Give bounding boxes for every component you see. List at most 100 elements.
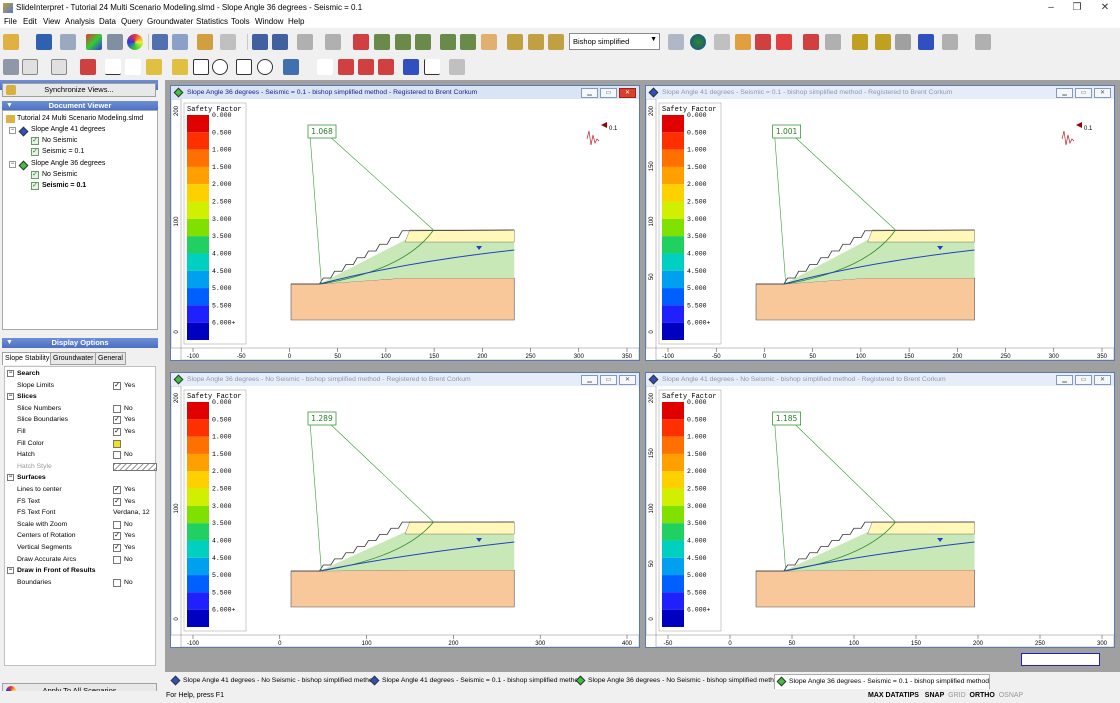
property-checkbox[interactable]: ✓ xyxy=(113,428,121,436)
property-checkbox[interactable]: ✓ xyxy=(113,416,121,425)
query-zoom-icon[interactable] xyxy=(507,34,523,50)
property-checkbox[interactable]: ✓ xyxy=(113,497,121,506)
view-minimize-button[interactable]: ▁ xyxy=(581,375,598,385)
tab-groundwater[interactable]: Groundwater xyxy=(50,352,97,365)
view-window[interactable]: Slope Angle 36 degrees - Seismic = 0.1 -… xyxy=(170,85,640,361)
coordinate-input[interactable] xyxy=(1021,653,1100,666)
pan-hand-icon[interactable] xyxy=(481,34,497,50)
view-minimize-button[interactable]: ▁ xyxy=(1056,88,1073,98)
ellipse-icon[interactable] xyxy=(257,59,273,75)
view-window[interactable]: Slope Angle 41 degrees - No Seismic - bi… xyxy=(645,372,1115,648)
polyline-icon[interactable] xyxy=(125,59,141,75)
zoom-window-icon[interactable] xyxy=(460,34,476,50)
model-canvas[interactable]: 2001000-100 0 100 200 300 400Safety Factor0.0… xyxy=(171,386,639,647)
property-checkbox[interactable] xyxy=(113,578,121,587)
flag-grid[interactable]: GRID xyxy=(948,692,966,699)
material-soil[interactable] xyxy=(290,277,515,321)
tree-root[interactable]: Tutorial 24 Multi Scenario Modeling.slmd xyxy=(17,115,143,122)
tree-item-36-no-seismic[interactable]: No Seismic xyxy=(42,171,77,178)
view-minimize-button[interactable]: ▁ xyxy=(581,88,598,98)
view-title-bar[interactable]: Slope Angle 41 degrees - Seismic = 0.1 -… xyxy=(646,86,1114,99)
globe-icon[interactable] xyxy=(690,34,706,50)
material-soil[interactable] xyxy=(755,277,975,321)
color-swatch[interactable] xyxy=(113,439,121,448)
view-title-bar[interactable]: Slope Angle 36 degrees - Seismic = 0.1 -… xyxy=(171,86,639,99)
doc-tab-41-no-seismic[interactable]: Slope Angle 41 degrees - No Seismic - bi… xyxy=(169,674,376,689)
flag-max-datatips[interactable]: MAX DATATIPS xyxy=(868,692,919,699)
flag-osnap[interactable]: OSNAP xyxy=(999,692,1024,699)
open-icon[interactable] xyxy=(3,34,19,50)
view-title-bar[interactable]: Slope Angle 36 degrees - No Seismic - bi… xyxy=(171,373,639,386)
tile-vertical-icon[interactable] xyxy=(252,34,268,50)
property-section[interactable]: − Surfaces xyxy=(5,472,155,484)
collapse-icon[interactable]: − xyxy=(7,567,14,575)
material-soil[interactable] xyxy=(755,569,975,608)
tree-item-36-seismic-selected[interactable]: Seismic = 0.1 xyxy=(42,182,86,189)
zoom-in-icon[interactable] xyxy=(395,34,411,50)
view-title-bar[interactable]: Slope Angle 41 degrees - No Seismic - bi… xyxy=(646,373,1114,386)
delete-icon[interactable] xyxy=(353,34,369,50)
view-close-button[interactable]: ✕ xyxy=(619,88,636,98)
tile-horizontal-icon[interactable] xyxy=(272,34,288,50)
synchronize-views-button[interactable]: Synchronize Views... xyxy=(2,83,156,97)
property-section[interactable]: − Draw in Front of Results xyxy=(5,565,155,577)
view-close-button[interactable]: ✕ xyxy=(1094,88,1111,98)
tree-group-36[interactable]: Slope Angle 36 degrees xyxy=(31,160,105,167)
query-max-icon[interactable] xyxy=(548,34,564,50)
polygon-icon[interactable] xyxy=(193,59,209,75)
doc-tab-41-seismic[interactable]: Slope Angle 41 degrees - Seismic = 0.1 -… xyxy=(368,674,582,689)
property-checkbox[interactable]: ✓ xyxy=(113,381,121,390)
eraser-icon[interactable] xyxy=(449,59,465,75)
rectangle-icon[interactable] xyxy=(236,59,252,75)
axes-icon[interactable] xyxy=(424,59,440,75)
tree-item-41-no-seismic[interactable]: No Seismic xyxy=(42,137,77,144)
material-icon[interactable] xyxy=(852,34,868,50)
view-window[interactable]: Slope Angle 41 degrees - Seismic = 0.1 -… xyxy=(645,85,1115,361)
view-close-button[interactable]: ✕ xyxy=(619,375,636,385)
pen-icon[interactable] xyxy=(942,34,958,50)
collapse-icon[interactable]: − xyxy=(9,127,16,134)
ruler-icon[interactable] xyxy=(668,34,684,50)
dimension-icon[interactable] xyxy=(317,59,333,75)
material-soil[interactable] xyxy=(290,569,515,608)
distance-icon[interactable] xyxy=(358,59,374,75)
zoom-icon[interactable] xyxy=(374,34,390,50)
pencil-icon[interactable] xyxy=(172,59,188,75)
wireframe-icon[interactable] xyxy=(825,34,841,50)
view-maximize-button[interactable]: ▭ xyxy=(600,375,617,385)
chart-icon[interactable] xyxy=(197,34,213,50)
collapse-icon[interactable]: − xyxy=(7,393,14,401)
flag-snap[interactable]: SNAP xyxy=(925,692,944,699)
view-close-button[interactable]: ✕ xyxy=(1094,375,1111,385)
info-icon[interactable] xyxy=(152,34,168,50)
property-checkbox[interactable] xyxy=(113,520,121,529)
zoom-all-icon[interactable] xyxy=(440,34,456,50)
surface-filter-icon[interactable] xyxy=(776,34,792,50)
collapse-icon[interactable]: ▼ xyxy=(6,338,13,348)
view-maximize-button[interactable]: ▭ xyxy=(1075,88,1092,98)
tab-general[interactable]: General xyxy=(95,352,126,365)
funnel-icon[interactable] xyxy=(755,34,771,50)
minimize-button[interactable]: ‒ xyxy=(1038,1,1064,15)
view-minimize-button[interactable]: ▁ xyxy=(1056,375,1073,385)
menu-window[interactable]: Window xyxy=(255,17,283,26)
image-icon[interactable] xyxy=(283,59,299,75)
collapse-icon[interactable]: − xyxy=(7,370,14,377)
zoom-out-icon[interactable] xyxy=(415,34,431,50)
fs-icon[interactable] xyxy=(80,59,96,75)
method-select[interactable]: Bishop simplified ▼ xyxy=(569,33,660,50)
doc-tab-36-no-seismic[interactable]: Slope Angle 36 degrees - No Seismic - bi… xyxy=(574,674,781,689)
property-value[interactable]: Verdana, 12 xyxy=(113,507,150,518)
copy-icon[interactable] xyxy=(172,34,188,50)
menu-file[interactable]: File xyxy=(4,17,17,26)
query-min-icon[interactable] xyxy=(528,34,544,50)
menu-edit[interactable]: Edit xyxy=(23,17,37,26)
undo-icon[interactable] xyxy=(297,34,313,50)
property-checkbox[interactable] xyxy=(113,404,121,413)
tree-item-41-seismic[interactable]: Seismic = 0.1 xyxy=(42,148,84,155)
save-icon[interactable] xyxy=(36,34,52,50)
menu-query[interactable]: Query xyxy=(121,17,143,26)
lasso-icon[interactable] xyxy=(975,34,991,50)
menu-statistics[interactable]: Statistics xyxy=(196,17,228,26)
graph-icon[interactable] xyxy=(803,34,819,50)
